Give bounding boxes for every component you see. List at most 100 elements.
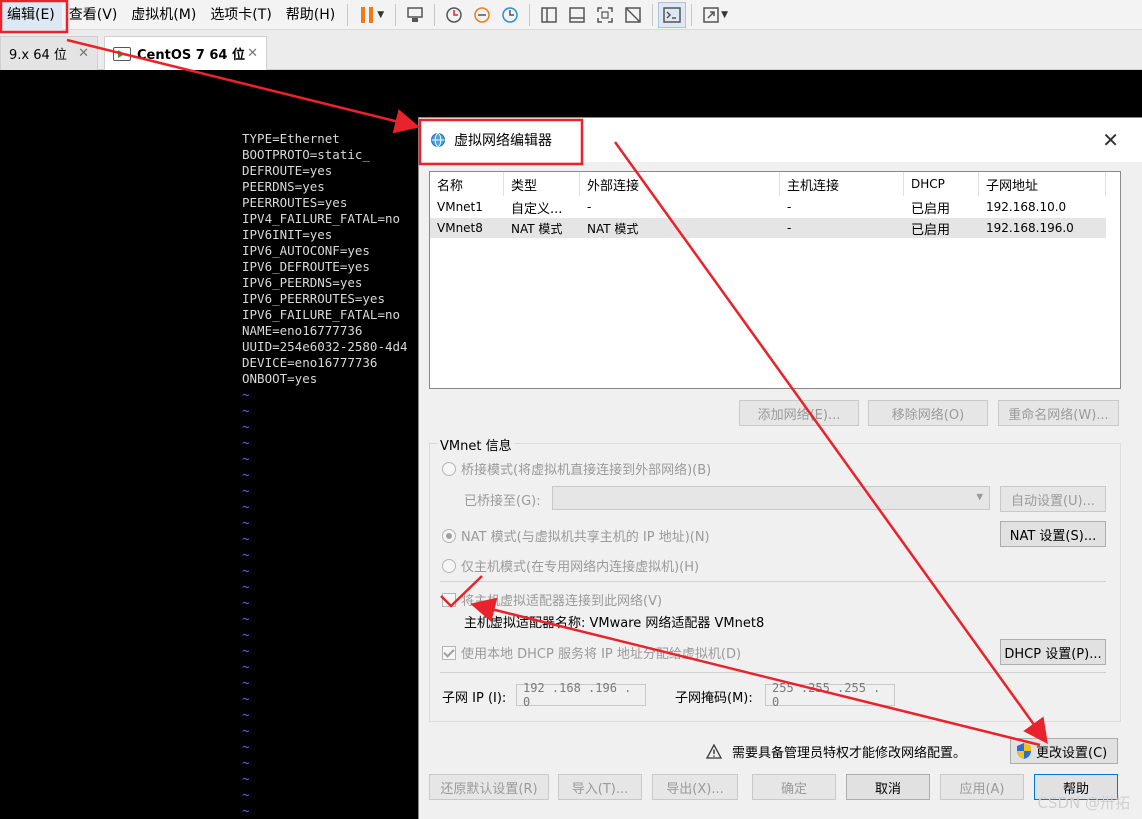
column-header-dhcp[interactable]: DHCP — [904, 172, 979, 196]
snapshot-icon[interactable] — [440, 2, 468, 28]
terminal-tilde-line: ~ — [242, 643, 250, 658]
uac-shield-icon — [1017, 743, 1031, 759]
vmnet-info-group: VMnet 信息 桥接模式(将虚拟机直接连接到外部网络)(B) 已桥接至(G):… — [429, 435, 1121, 722]
use-dhcp-checkbox[interactable]: 使用本地 DHCP 服务将 IP 地址分配给虚拟机(D) — [442, 643, 741, 662]
cell-type: 自定义... — [511, 201, 563, 217]
add-network-button[interactable]: 添加网络(E)... — [739, 400, 859, 426]
adapter-name-text: 主机虚拟适配器名称: VMware 网络适配器 VMnet8 — [464, 616, 765, 631]
cell-external: NAT 模式 — [587, 221, 639, 236]
dialog-titlebar[interactable]: 虚拟网络编辑器 ✕ — [419, 118, 1142, 162]
subnet-ip-label: 子网 IP (I): — [442, 691, 507, 706]
terminal-line: IPV6_DEFROUTE=yes — [242, 259, 370, 274]
dialog-title: 虚拟网络编辑器 — [454, 133, 552, 149]
bridged-to-select[interactable]: ▼ — [552, 486, 990, 510]
nat-settings-button[interactable]: NAT 设置(S)... — [1000, 521, 1106, 547]
terminal-line: IPV6_PEERROUTES=yes — [242, 291, 385, 306]
terminal-tilde-line: ~ — [242, 579, 250, 594]
change-settings-button[interactable]: 更改设置(C) — [1010, 738, 1118, 764]
cell-subnet: 192.168.196.0 — [986, 221, 1074, 235]
group-label: VMnet 信息 — [438, 435, 514, 454]
close-icon[interactable]: ✕ — [247, 46, 258, 61]
menu-tabs[interactable]: 选项卡(T) — [203, 0, 278, 30]
console-view-icon[interactable] — [658, 1, 687, 28]
terminal-line: IPV4_FAILURE_FATAL=no — [242, 211, 401, 226]
tab-centos[interactable]: CentOS 7 64 位 ✕ — [104, 36, 267, 70]
bridged-mode-label: 桥接模式(将虚拟机直接连接到外部网络)(B) — [461, 463, 712, 478]
terminal-tilde-line: ~ — [242, 611, 250, 626]
tab-vm-1[interactable]: 9.x 64 位 ✕ — [0, 36, 98, 70]
terminal-tilde-line: ~ — [242, 435, 250, 450]
tab-label: 9.x 64 位 — [9, 48, 67, 63]
ok-button[interactable]: 确定 — [752, 774, 836, 800]
terminal-line: TYPE=Ethernet — [242, 131, 340, 146]
send-keys-icon[interactable] — [401, 2, 429, 28]
snapshot-manager-icon[interactable] — [496, 2, 524, 28]
close-icon[interactable]: ✕ — [78, 46, 89, 61]
column-header-name[interactable]: 名称 — [430, 172, 504, 196]
tab-label: CentOS 7 64 位 — [137, 48, 245, 63]
thumbnail-bar-icon[interactable] — [563, 2, 591, 28]
nat-mode-radio[interactable]: NAT 模式(与虚拟机共享主机的 IP 地址)(N) — [442, 526, 710, 545]
terminal-line: IPV6_PEERDNS=yes — [242, 275, 363, 290]
terminal-line: IPV6_AUTOCONF=yes — [242, 243, 370, 258]
column-header-host[interactable]: 主机连接 — [780, 172, 904, 196]
menu-view[interactable]: 查看(V) — [62, 0, 125, 30]
table-row-selected[interactable]: VMnet8 NAT 模式 NAT 模式 - 已启用 192.168.196.0 — [430, 218, 1106, 238]
stretch-dropdown-caret[interactable]: ▼ — [721, 10, 728, 20]
terminal-tilde-line: ~ — [242, 563, 250, 578]
column-header-subnet[interactable]: 子网地址 — [979, 172, 1106, 196]
apply-button[interactable]: 应用(A) — [940, 774, 1024, 800]
network-list[interactable]: 名称 类型 外部连接 主机连接 DHCP 子网地址 VMnet1 自定义... … — [429, 171, 1121, 389]
menu-vm[interactable]: 虚拟机(M) — [124, 0, 203, 30]
menu-help[interactable]: 帮助(H) — [279, 0, 342, 30]
rename-network-button[interactable]: 重命名网络(W)... — [998, 400, 1119, 426]
terminal-line: BOOTPROTO=static_ — [242, 147, 370, 162]
export-button[interactable]: 导出(X)... — [652, 774, 738, 800]
globe-icon — [431, 133, 445, 147]
vm-console[interactable]: TYPE=Ethernet BOOTPROTO=static_ DEFROUTE=y… — [0, 71, 420, 819]
revert-snapshot-icon[interactable] — [468, 2, 496, 28]
terminal-tilde-line: ~ — [242, 627, 250, 642]
column-header-external[interactable]: 外部连接 — [580, 172, 780, 196]
terminal-tilde-line: ~ — [242, 771, 250, 786]
terminal-line: PEERDNS=yes — [242, 179, 325, 194]
table-row[interactable]: VMnet1 自定义... - - 已启用 192.168.10.0 — [430, 197, 1106, 217]
connect-host-adapter-checkbox[interactable]: 将主机虚拟适配器连接到此网络(V) — [442, 590, 662, 609]
cancel-button[interactable]: 取消 — [846, 774, 930, 800]
terminal-tilde-line: ~ — [242, 451, 250, 466]
warning-icon — [706, 744, 722, 759]
bridged-mode-radio[interactable]: 桥接模式(将虚拟机直接连接到外部网络)(B) — [442, 459, 711, 478]
fullscreen-icon[interactable] — [591, 2, 619, 28]
use-dhcp-label: 使用本地 DHCP 服务将 IP 地址分配给虚拟机(D) — [461, 647, 742, 662]
menu-edit[interactable]: 编辑(E) — [0, 0, 62, 30]
dhcp-settings-button[interactable]: DHCP 设置(P)... — [1000, 639, 1106, 665]
radio-indicator — [442, 461, 456, 476]
terminal-tilde-line: ~ — [242, 707, 250, 722]
host-only-label: 仅主机模式(在专用网络内连接虚拟机)(H) — [461, 560, 700, 575]
checkbox-indicator — [442, 645, 456, 660]
unity-icon[interactable] — [619, 2, 647, 28]
terminal-tilde-line: ~ — [242, 691, 250, 706]
checkbox-indicator — [442, 592, 456, 607]
remove-network-button[interactable]: 移除网络(O) — [868, 400, 988, 426]
cell-host: - — [787, 221, 792, 235]
terminal-tilde-line: ~ — [242, 467, 250, 482]
connect-host-adapter-label: 将主机虚拟适配器连接到此网络(V) — [461, 594, 663, 609]
terminal-tilde-line: ~ — [242, 515, 250, 530]
auto-settings-button[interactable]: 自动设置(U)... — [1000, 486, 1106, 512]
toolbar-separator — [395, 3, 397, 26]
show-library-icon[interactable] — [535, 2, 563, 28]
column-header-type[interactable]: 类型 — [504, 172, 580, 196]
pause-dropdown-caret[interactable]: ▼ — [377, 10, 384, 20]
toolbar-separator — [691, 3, 693, 26]
change-settings-label: 更改设置(C) — [1036, 745, 1108, 761]
terminal-tilde-line: ~ — [242, 387, 250, 402]
toolbar-separator — [529, 3, 531, 26]
subnet-mask-field[interactable]: 255 .255 .255 . 0 — [765, 681, 895, 709]
import-button[interactable]: 导入(T)... — [558, 774, 642, 800]
subnet-ip-field[interactable]: 192 .168 .196 . 0 — [516, 681, 646, 709]
close-icon[interactable]: ✕ — [1102, 128, 1119, 152]
watermark: CSDN @卅拓 — [1037, 794, 1130, 812]
restore-defaults-button[interactable]: 还原默认设置(R) — [429, 774, 549, 800]
host-only-radio[interactable]: 仅主机模式(在专用网络内连接虚拟机)(H) — [442, 556, 699, 575]
